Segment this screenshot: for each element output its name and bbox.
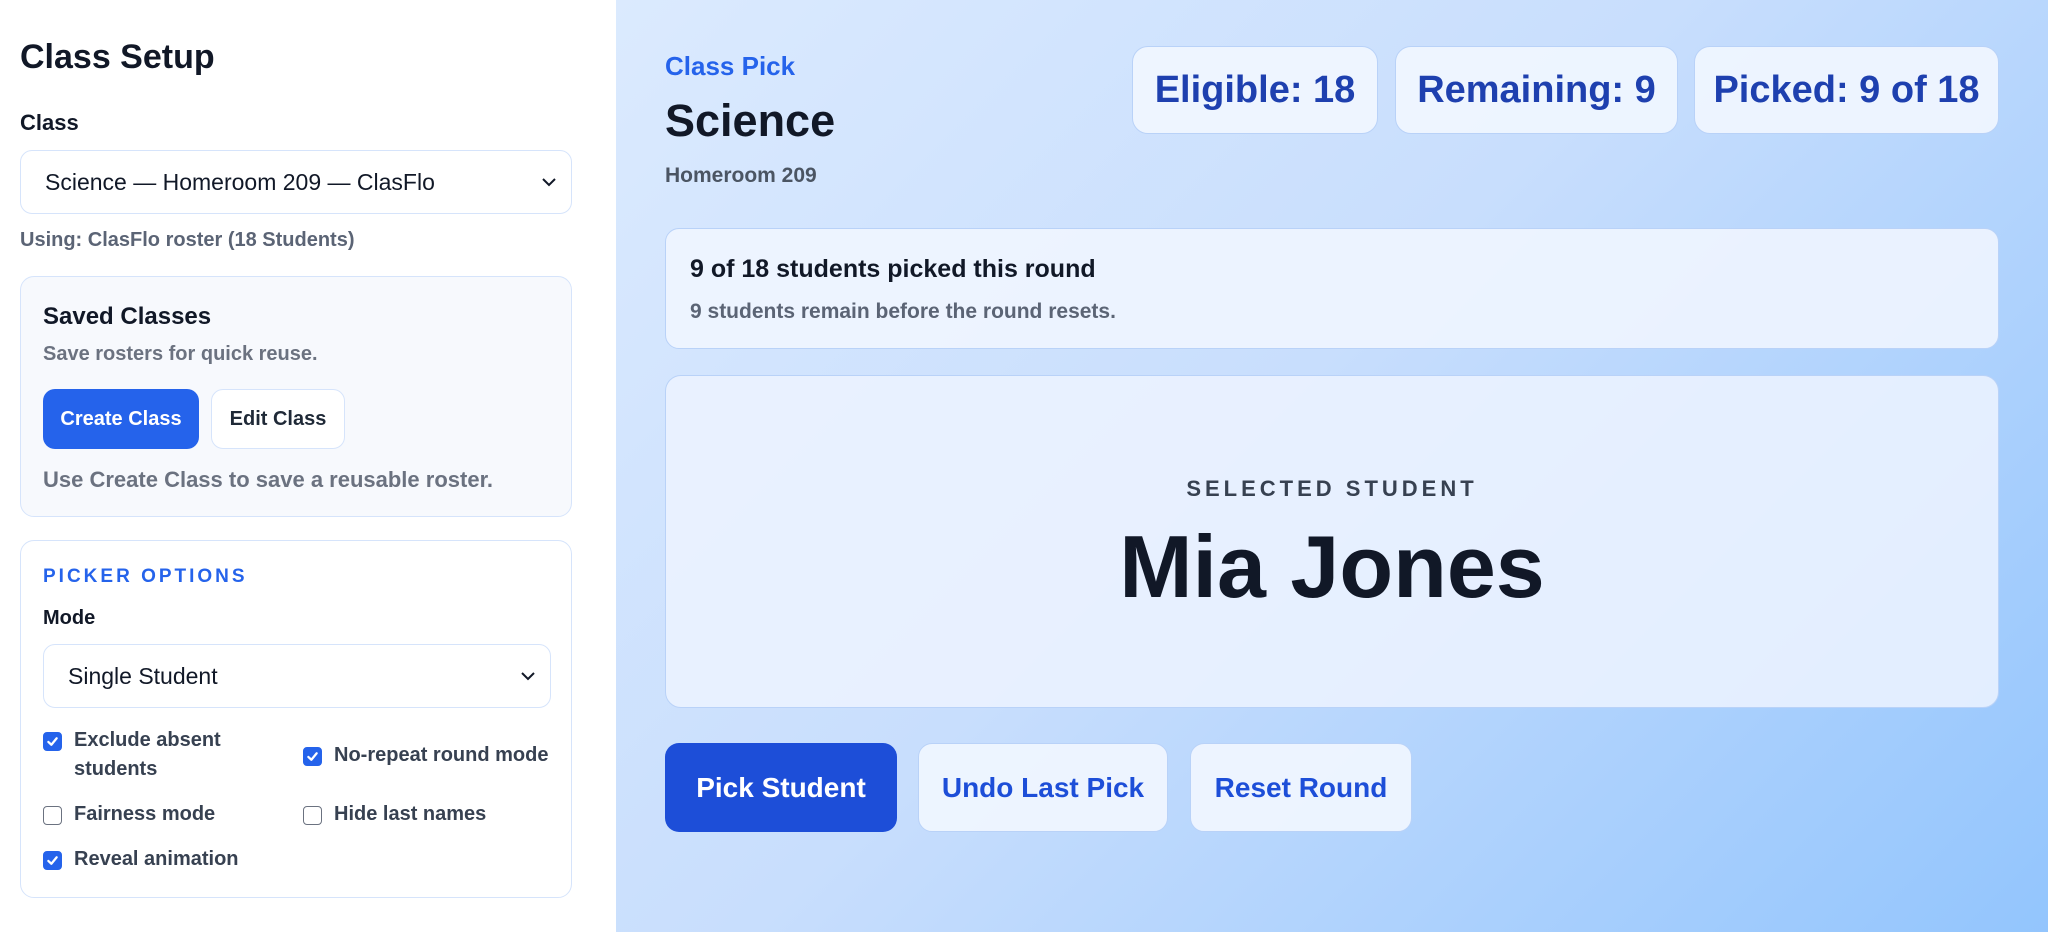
saved-classes-title: Saved Classes	[43, 303, 212, 330]
eligible-stat: Eligible: 18	[1132, 46, 1378, 134]
pick-student-button[interactable]: Pick Student	[665, 743, 897, 832]
class-title: Science	[665, 95, 836, 146]
round-progress-text: 9 of 18 students picked this round	[690, 255, 1096, 283]
round-remaining-text: 9 students remain before the round reset…	[690, 300, 1116, 323]
mode-select-value: Single Student	[68, 662, 218, 689]
checkbox[interactable]	[43, 806, 62, 825]
checkbox-label: Exclude absent students	[74, 729, 221, 780]
picker-options-card: PICKER OPTIONS Mode Single Student Exclu…	[20, 540, 572, 898]
no-repeat-round-checkbox[interactable]: No-repeat round mode	[303, 741, 548, 770]
sidebar: Class Setup Class Science — Homeroom 209…	[0, 0, 616, 932]
reveal-animation-checkbox[interactable]: Reveal animation	[43, 845, 239, 874]
remaining-stat: Remaining: 9	[1395, 46, 1678, 134]
picked-stat: Picked: 9 of 18	[1694, 46, 1999, 134]
main-panel: Class Pick Science Homeroom 209 Eligible…	[616, 0, 2048, 932]
sidebar-title: Class Setup	[20, 38, 215, 76]
edit-class-button[interactable]: Edit Class	[211, 389, 345, 449]
chevron-down-icon	[521, 672, 535, 681]
mode-label: Mode	[43, 607, 96, 629]
class-subtitle: Homeroom 209	[665, 164, 817, 187]
class-select[interactable]: Science — Homeroom 209 — ClasFlo	[20, 150, 572, 214]
checkbox[interactable]	[303, 747, 322, 766]
class-label: Class	[20, 110, 79, 135]
picker-options-heading: PICKER OPTIONS	[43, 566, 248, 587]
checkbox-label: Hide last names	[334, 803, 487, 825]
undo-last-pick-button[interactable]: Undo Last Pick	[918, 743, 1168, 832]
roster-note: Using: ClasFlo roster (18 Students)	[20, 229, 355, 251]
check-icon	[47, 737, 58, 746]
checkbox[interactable]	[43, 732, 62, 751]
fairness-mode-checkbox[interactable]: Fairness mode	[43, 800, 215, 829]
app-eyebrow: Class Pick	[665, 51, 796, 81]
exclude-absent-checkbox[interactable]: Exclude absent students	[43, 726, 293, 784]
checkbox[interactable]	[303, 806, 322, 825]
mode-select[interactable]: Single Student	[43, 644, 551, 708]
saved-classes-card: Saved Classes Save rosters for quick reu…	[20, 276, 572, 517]
checkbox-label: Fairness mode	[74, 803, 216, 825]
saved-classes-hint: Use Create Class to save a reusable rost…	[43, 467, 494, 492]
checkbox[interactable]	[43, 851, 62, 870]
selected-student-card: SELECTED STUDENT Mia Jones	[665, 375, 1999, 708]
selected-student-label: SELECTED STUDENT	[1186, 476, 1478, 501]
check-icon	[307, 752, 318, 761]
checkbox-label: Reveal animation	[74, 848, 239, 870]
create-class-button[interactable]: Create Class	[43, 389, 199, 449]
checkbox-label: No-repeat round mode	[334, 744, 549, 766]
class-select-value: Science — Homeroom 209 — ClasFlo	[45, 168, 435, 195]
saved-classes-subtitle: Save rosters for quick reuse.	[43, 343, 318, 365]
round-progress-card: 9 of 18 students picked this round 9 stu…	[665, 228, 1999, 349]
hide-last-names-checkbox[interactable]: Hide last names	[303, 800, 486, 829]
selected-student-name: Mia Jones	[1119, 517, 1545, 616]
check-icon	[47, 856, 58, 865]
chevron-down-icon	[542, 178, 556, 187]
reset-round-button[interactable]: Reset Round	[1190, 743, 1412, 832]
